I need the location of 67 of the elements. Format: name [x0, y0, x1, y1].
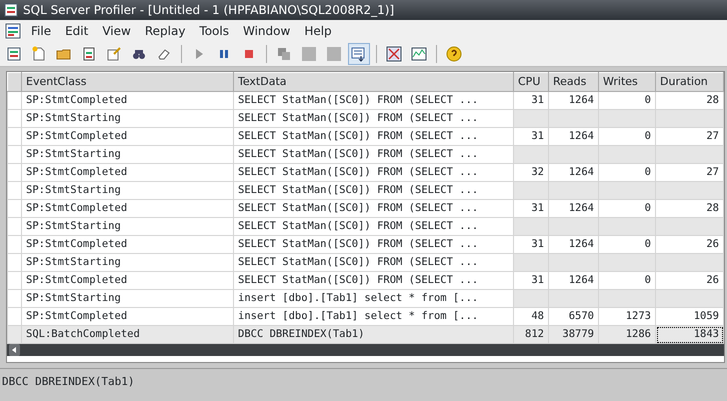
table-cell: SELECT StatMan([SC0]) FROM (SELECT ...: [234, 146, 514, 164]
auto-scroll-button[interactable]: [348, 43, 370, 65]
table-cell: SELECT StatMan([SC0]) FROM (SELECT ...: [234, 254, 514, 272]
table-row[interactable]: SP:StmtStarting SELECT StatMan([SC0]) FROM (SELECT ...: [8, 254, 724, 272]
table-cell: SELECT StatMan([SC0]) FROM (SELECT ...: [234, 128, 514, 146]
table-cell: SELECT StatMan([SC0]) FROM (SELECT ...: [234, 218, 514, 236]
table-cell: SELECT StatMan([SC0]) FROM (SELECT ...: [234, 272, 514, 290]
table-cell: SP:StmtStarting: [22, 218, 234, 236]
table-row[interactable]: SP:StmtStarting SELECT StatMan([SC0]) FROM (SELECT ...: [8, 146, 724, 164]
edit-icon: [106, 46, 122, 62]
table-cell: SELECT StatMan([SC0]) FROM (SELECT ...: [234, 182, 514, 200]
table-cell: SELECT StatMan([SC0]) FROM (SELECT ...: [234, 200, 514, 218]
column-header[interactable]: Duration: [656, 72, 724, 92]
table-cell: 1843: [656, 326, 724, 344]
query-text: DBCC DBREINDEX(Tab1): [0, 368, 727, 396]
table-row[interactable]: SQL:BatchCompleted DBCC DBREINDEX(Tab1) 812 38779 1286 1843: [8, 326, 724, 344]
table-cell: 812: [514, 326, 548, 344]
table-cell: SP:StmtStarting: [22, 146, 234, 164]
app-icon: [4, 3, 18, 17]
menu-item[interactable]: Replay: [138, 22, 192, 40]
chart-icon: [411, 46, 427, 62]
table-cell: SP:StmtCompleted: [22, 164, 234, 182]
windows-icon: [276, 46, 292, 62]
table-cell: SELECT StatMan([SC0]) FROM (SELECT ...: [234, 236, 514, 254]
table-cell: SP:StmtStarting: [22, 182, 234, 200]
document-icon: [81, 46, 97, 62]
table-row[interactable]: SP:StmtStarting insert [dbo].[Tab1] select * from [...: [8, 290, 724, 308]
column-header[interactable]: Reads: [548, 72, 598, 92]
new-file-icon: [31, 46, 47, 62]
help-icon: [446, 46, 462, 62]
menu-item[interactable]: Help: [297, 22, 339, 40]
table-cell: SP:StmtCompleted: [22, 92, 234, 110]
table-cell: SP:StmtCompleted: [22, 272, 234, 290]
auto-scroll-icon: [351, 46, 367, 62]
left-arrow-icon: [12, 347, 17, 353]
menu-item[interactable]: Edit: [58, 22, 96, 40]
table-cell: 38779: [548, 326, 598, 344]
table-row[interactable]: SP:StmtStarting SELECT StatMan([SC0]) FROM (SELECT ...: [8, 182, 724, 200]
table-cell: DBCC DBREINDEX(Tab1): [234, 326, 514, 344]
menu-item[interactable]: View: [95, 22, 138, 40]
document-icon[interactable]: [5, 23, 21, 39]
table-cell: SELECT StatMan([SC0]) FROM (SELECT ...: [234, 164, 514, 182]
square-icon: [326, 46, 342, 62]
table-row[interactable]: SP:StmtStarting SELECT StatMan([SC0]) FROM (SELECT ...: [8, 218, 724, 236]
table-icon: [6, 46, 22, 62]
column-header[interactable]: CPU: [514, 72, 548, 92]
column-header[interactable]: EventClass: [22, 72, 234, 92]
table-cell: 1286: [598, 326, 656, 344]
menu-item[interactable]: Tools: [192, 22, 236, 40]
table-cell: SP:StmtStarting: [22, 110, 234, 128]
table-cell: SELECT StatMan([SC0]) FROM (SELECT ...: [234, 110, 514, 128]
menu-item[interactable]: Window: [236, 22, 298, 40]
table-cell: SQL:BatchCompleted: [22, 326, 234, 344]
window-title: SQL Server Profiler - [Untitled - 1 (HPFABIANO\SQL2008R2_1)]: [23, 2, 394, 19]
table-row[interactable]: SP:StmtStarting SELECT StatMan([SC0]) FROM (SELECT ...: [8, 110, 724, 128]
table-cell: SELECT StatMan([SC0]) FROM (SELECT ...: [234, 92, 514, 110]
square-icon: [301, 46, 317, 62]
table-cell: insert [dbo].[Tab1] select * from [...: [234, 290, 514, 308]
table-cell: SP:StmtStarting: [22, 254, 234, 272]
scroll-left-button[interactable]: [9, 344, 20, 356]
column-header[interactable]: Writes: [598, 72, 656, 92]
table-cell: SP:StmtCompleted: [22, 128, 234, 146]
table-cell: SP:StmtCompleted: [22, 200, 234, 218]
menu-item[interactable]: File: [24, 22, 58, 40]
column-header[interactable]: TextData: [234, 72, 514, 92]
table-cell: SP:StmtStarting: [22, 290, 234, 308]
table-cell: SP:StmtCompleted: [22, 236, 234, 254]
